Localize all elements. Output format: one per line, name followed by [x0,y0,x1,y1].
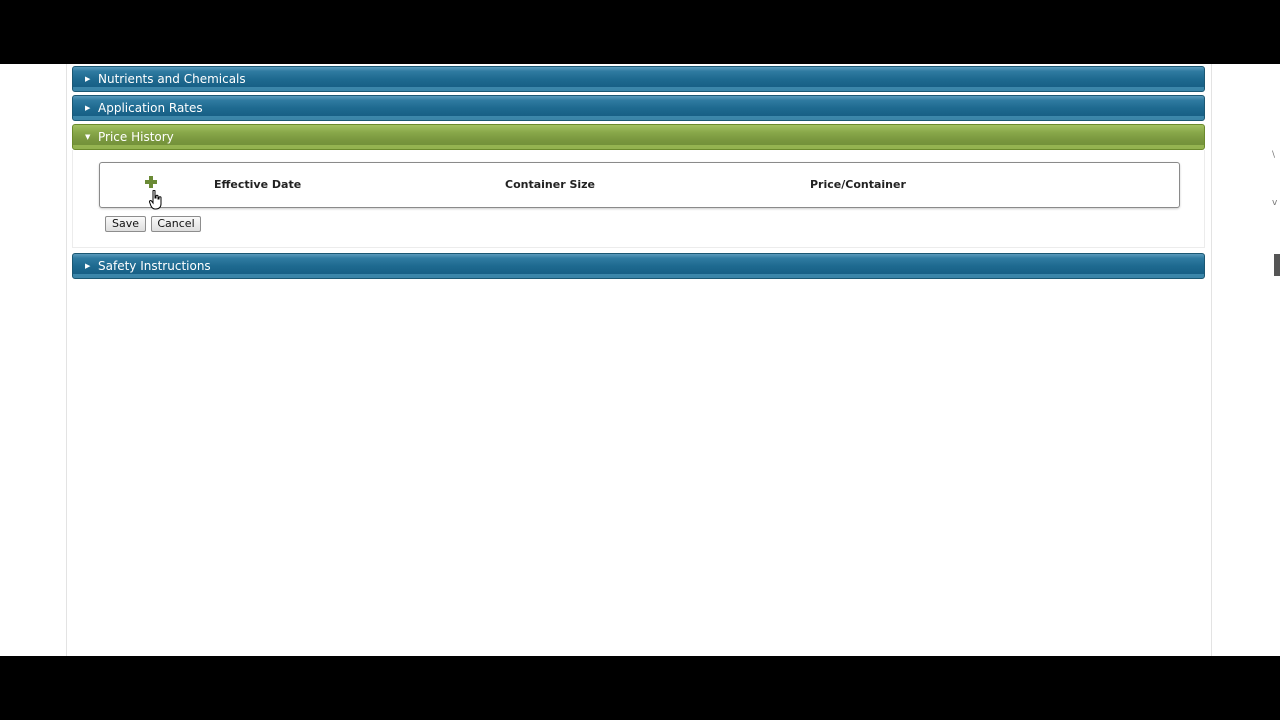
collapsed-caret-icon: ▶ [85,75,91,83]
content-frame-right-border [1211,64,1212,656]
collapsed-caret-icon: ▶ [85,104,91,112]
price-history-panel-body: Effective Date Container Size Price/Cont… [72,150,1205,248]
panel-header-application-rates[interactable]: ▶ Application Rates [72,95,1205,121]
scrollbar-thumb[interactable] [1274,254,1280,276]
panel-title: Price History [98,130,174,144]
panel-title: Safety Instructions [98,259,211,273]
edge-slash-glyph: \ [1272,150,1276,160]
collapsed-caret-icon: ▶ [85,262,91,270]
save-button[interactable]: Save [105,216,146,232]
panel-header-nutrients-and-chemicals[interactable]: ▶ Nutrients and Chemicals [72,66,1205,92]
cancel-button[interactable]: Cancel [151,216,201,232]
page-content: ▶ Nutrients and Chemicals ▶ Application … [0,64,1280,656]
column-header-effective-date: Effective Date [214,178,302,191]
panel-title: Nutrients and Chemicals [98,72,246,86]
content-frame-left-border [66,64,67,656]
hand-pointer-icon [149,190,162,210]
price-history-grid-header: Effective Date Container Size Price/Cont… [99,162,1180,210]
column-header-price-per-container: Price/Container [810,178,906,191]
expanded-caret-icon: ▼ [85,133,91,141]
panel-header-price-history[interactable]: ▼ Price History [72,124,1205,150]
column-header-container-size: Container Size [505,178,596,191]
panel-title: Application Rates [98,101,203,115]
edge-chevron-glyph: v [1272,198,1278,208]
add-price-plus-icon[interactable] [144,175,158,189]
panel-header-safety-instructions[interactable]: ▶ Safety Instructions [72,253,1205,279]
